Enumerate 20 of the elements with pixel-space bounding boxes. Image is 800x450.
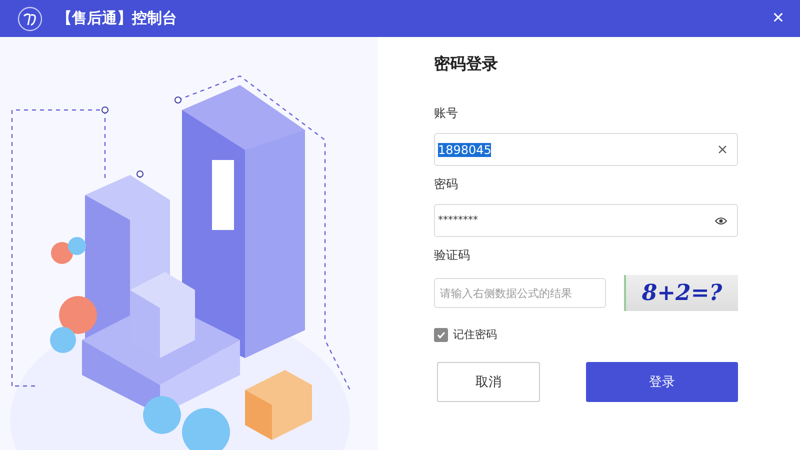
window-title: 【售后通】控制台 bbox=[57, 9, 177, 28]
password-field[interactable]: ******** bbox=[434, 204, 738, 237]
account-value: 1898045 bbox=[438, 142, 492, 156]
password-label: 密码 bbox=[434, 176, 459, 193]
account-field[interactable]: 1898045 bbox=[434, 133, 738, 166]
remember-label: 记住密码 bbox=[453, 327, 497, 342]
account-label: 账号 bbox=[434, 105, 459, 122]
password-value: ******** bbox=[438, 215, 478, 226]
clear-icon[interactable] bbox=[718, 145, 727, 154]
login-button[interactable]: 登录 bbox=[586, 362, 738, 402]
logo-icon bbox=[17, 6, 43, 32]
cancel-button[interactable]: 取消 bbox=[437, 362, 540, 402]
eye-icon[interactable] bbox=[715, 216, 727, 224]
close-button[interactable]: × bbox=[768, 6, 788, 30]
captcha-label: 验证码 bbox=[434, 247, 471, 264]
captcha-input-field[interactable]: 请输入右侧数据公式的结果 bbox=[434, 278, 606, 308]
remember-checkbox[interactable] bbox=[434, 328, 448, 342]
form-heading: 密码登录 bbox=[434, 54, 499, 75]
captcha-image[interactable]: 8+2=? bbox=[624, 275, 738, 311]
check-icon bbox=[436, 330, 446, 340]
